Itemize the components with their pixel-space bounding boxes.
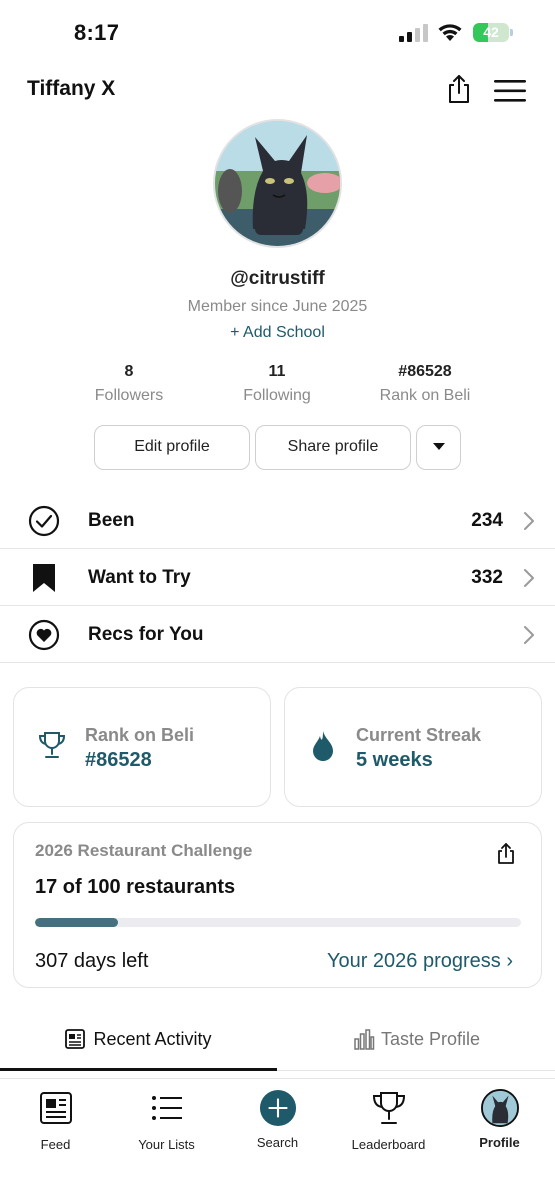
tab-taste-profile[interactable]: Taste Profile xyxy=(278,1014,555,1070)
wifi-icon xyxy=(438,24,462,41)
check-circle-icon xyxy=(28,505,60,537)
nav-your-lists[interactable]: Your Lists xyxy=(111,1089,222,1152)
stat-rank[interactable]: #86528 Rank on Beli xyxy=(350,363,500,405)
list-row-been[interactable]: Been 234 xyxy=(0,492,555,549)
avatar-icon xyxy=(480,1089,519,1127)
member-since: Member since June 2025 xyxy=(187,298,368,315)
bookmark-icon xyxy=(33,564,55,592)
add-school-link[interactable]: + Add School xyxy=(0,324,555,342)
newspaper-icon xyxy=(39,1092,72,1124)
tab-label: Taste Profile xyxy=(380,1028,481,1049)
nav-feed[interactable]: Feed xyxy=(0,1089,111,1152)
nav-label: Search xyxy=(256,1135,299,1150)
tab-label: Recent Activity xyxy=(93,1028,212,1049)
challenge-progress-fill xyxy=(35,918,118,927)
trophy-icon xyxy=(372,1092,405,1124)
card-title: Current Streak xyxy=(356,725,482,745)
row-label: Recs for You xyxy=(88,624,204,645)
card-value: 5 weeks xyxy=(356,749,433,771)
bar-chart-icon xyxy=(354,1029,375,1050)
profile-handle: @citrustiff xyxy=(230,268,325,289)
nav-leaderboard[interactable]: Leaderboard xyxy=(333,1089,444,1152)
row-label: Been xyxy=(88,510,135,531)
edit-profile-button[interactable]: Edit profile xyxy=(94,425,250,470)
chevron-right-icon xyxy=(524,626,534,644)
chevron-right-icon xyxy=(524,569,534,587)
rank-card[interactable]: Rank on Beli #86528 xyxy=(13,687,271,807)
row-count: 332 xyxy=(471,567,503,588)
heart-circle-icon xyxy=(28,619,60,651)
status-bar: 8:17 42 xyxy=(0,0,555,62)
profile-name: Tiffany X xyxy=(27,77,116,100)
flame-icon xyxy=(313,731,333,761)
days-left: 307 days left xyxy=(35,950,149,972)
avatar-cat-image xyxy=(215,121,340,246)
progress-link[interactable]: Your 2026 progress › xyxy=(327,950,513,973)
plus-circle-icon xyxy=(259,1089,296,1127)
challenge-title: 2026 Restaurant Challenge xyxy=(35,841,253,860)
nav-label: Leaderboard xyxy=(351,1137,426,1152)
caret-down-icon xyxy=(432,442,445,450)
challenge-count: 17 of 100 restaurants xyxy=(35,876,236,898)
nav-label: Your Lists xyxy=(138,1137,195,1152)
battery-percent: 42 xyxy=(483,24,499,40)
more-options-button[interactable] xyxy=(416,425,461,470)
stat-value: 8 xyxy=(124,363,134,380)
row-label: Want to Try xyxy=(88,567,191,588)
trophy-icon xyxy=(38,732,66,758)
chevron-right-icon xyxy=(524,512,534,530)
nav-profile[interactable]: Profile xyxy=(444,1089,555,1150)
nav-label: Feed xyxy=(40,1137,71,1152)
share-profile-button[interactable]: Share profile xyxy=(255,425,411,470)
challenge-progress-bar xyxy=(35,918,521,927)
share-icon[interactable] xyxy=(496,843,516,865)
card-value: #86528 xyxy=(85,749,152,771)
tab-recent-activity[interactable]: Recent Activity xyxy=(0,1014,277,1070)
stat-followers[interactable]: 8 Followers xyxy=(54,363,204,405)
nav-label: Profile xyxy=(479,1135,520,1150)
stat-following[interactable]: 11 Following xyxy=(202,363,352,405)
list-row-recs-for-you[interactable]: Recs for You xyxy=(0,606,555,663)
cellular-signal-icon xyxy=(399,24,428,42)
streak-card[interactable]: Current Streak 5 weeks xyxy=(284,687,542,807)
card-title: Rank on Beli xyxy=(85,725,195,745)
status-time: 8:17 xyxy=(74,20,120,45)
share-icon[interactable] xyxy=(446,74,472,104)
nav-search[interactable]: Search xyxy=(222,1089,333,1150)
list-icon xyxy=(151,1096,182,1120)
stat-label: Followers xyxy=(94,387,164,404)
row-count: 234 xyxy=(471,510,503,531)
battery-indicator: 42 xyxy=(473,23,513,42)
stat-label: Rank on Beli xyxy=(379,387,471,404)
challenge-card[interactable]: 2026 Restaurant Challenge 17 of 100 rest… xyxy=(13,822,542,988)
stat-label: Following xyxy=(243,387,311,404)
hamburger-menu-icon[interactable] xyxy=(494,80,526,102)
stat-value: #86528 xyxy=(398,363,452,380)
active-tab-indicator xyxy=(0,1068,277,1071)
profile-avatar[interactable] xyxy=(213,119,342,248)
list-row-want-to-try[interactable]: Want to Try 332 xyxy=(0,549,555,606)
stat-value: 11 xyxy=(268,363,286,380)
bottom-nav: Feed Your Lists Search Leaderboard Profi… xyxy=(0,1078,555,1200)
newspaper-icon xyxy=(65,1029,86,1049)
